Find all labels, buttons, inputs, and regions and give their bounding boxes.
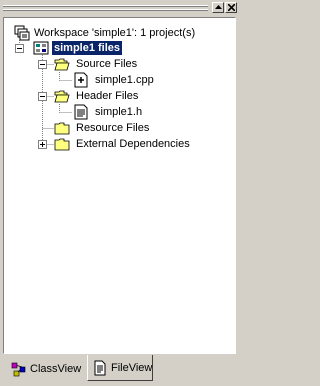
tree-item-label: simple1 files bbox=[52, 41, 123, 55]
collapse-toggle[interactable] bbox=[15, 44, 24, 53]
collapse-toggle[interactable] bbox=[38, 92, 47, 101]
close-icon bbox=[227, 4, 235, 11]
tab-classview[interactable]: ClassView bbox=[7, 357, 86, 381]
restore-icon bbox=[214, 5, 222, 10]
tree-item-label: External Dependencies bbox=[76, 138, 190, 150]
file-tree[interactable]: Workspace 'simple1': 1 project(s) simple… bbox=[3, 17, 236, 354]
panel-title-bar[interactable] bbox=[0, 0, 241, 16]
workspace-icon bbox=[14, 25, 30, 41]
folder-icon bbox=[54, 136, 70, 152]
collapse-toggle[interactable] bbox=[38, 60, 47, 69]
expand-toggle[interactable] bbox=[38, 140, 47, 149]
tree-item-label: Header Files bbox=[76, 90, 139, 102]
tree-item-label: simple1.cpp bbox=[95, 74, 154, 86]
close-button[interactable] bbox=[225, 2, 237, 13]
cpp-file-icon bbox=[73, 72, 89, 88]
restore-button[interactable] bbox=[212, 2, 224, 13]
header-file-icon bbox=[73, 104, 89, 120]
tree-item-label: simple1.h bbox=[95, 106, 143, 118]
tree-item-label: Resource Files bbox=[76, 122, 150, 134]
tab-label: FileView bbox=[111, 361, 153, 374]
tab-label: ClassView bbox=[30, 363, 82, 375]
grip-line bbox=[3, 10, 208, 11]
classview-icon bbox=[11, 361, 27, 377]
folder-open-icon bbox=[54, 88, 70, 104]
project-icon bbox=[33, 40, 49, 56]
tree-item-label: Workspace 'simple1': 1 project(s) bbox=[34, 27, 196, 39]
fileview-icon bbox=[92, 360, 108, 376]
grip-line bbox=[3, 6, 208, 7]
folder-icon bbox=[54, 120, 70, 136]
folder-open-icon bbox=[54, 56, 70, 72]
tab-fileview[interactable]: FileView bbox=[87, 355, 153, 381]
tree-item-label: Source Files bbox=[76, 58, 138, 70]
